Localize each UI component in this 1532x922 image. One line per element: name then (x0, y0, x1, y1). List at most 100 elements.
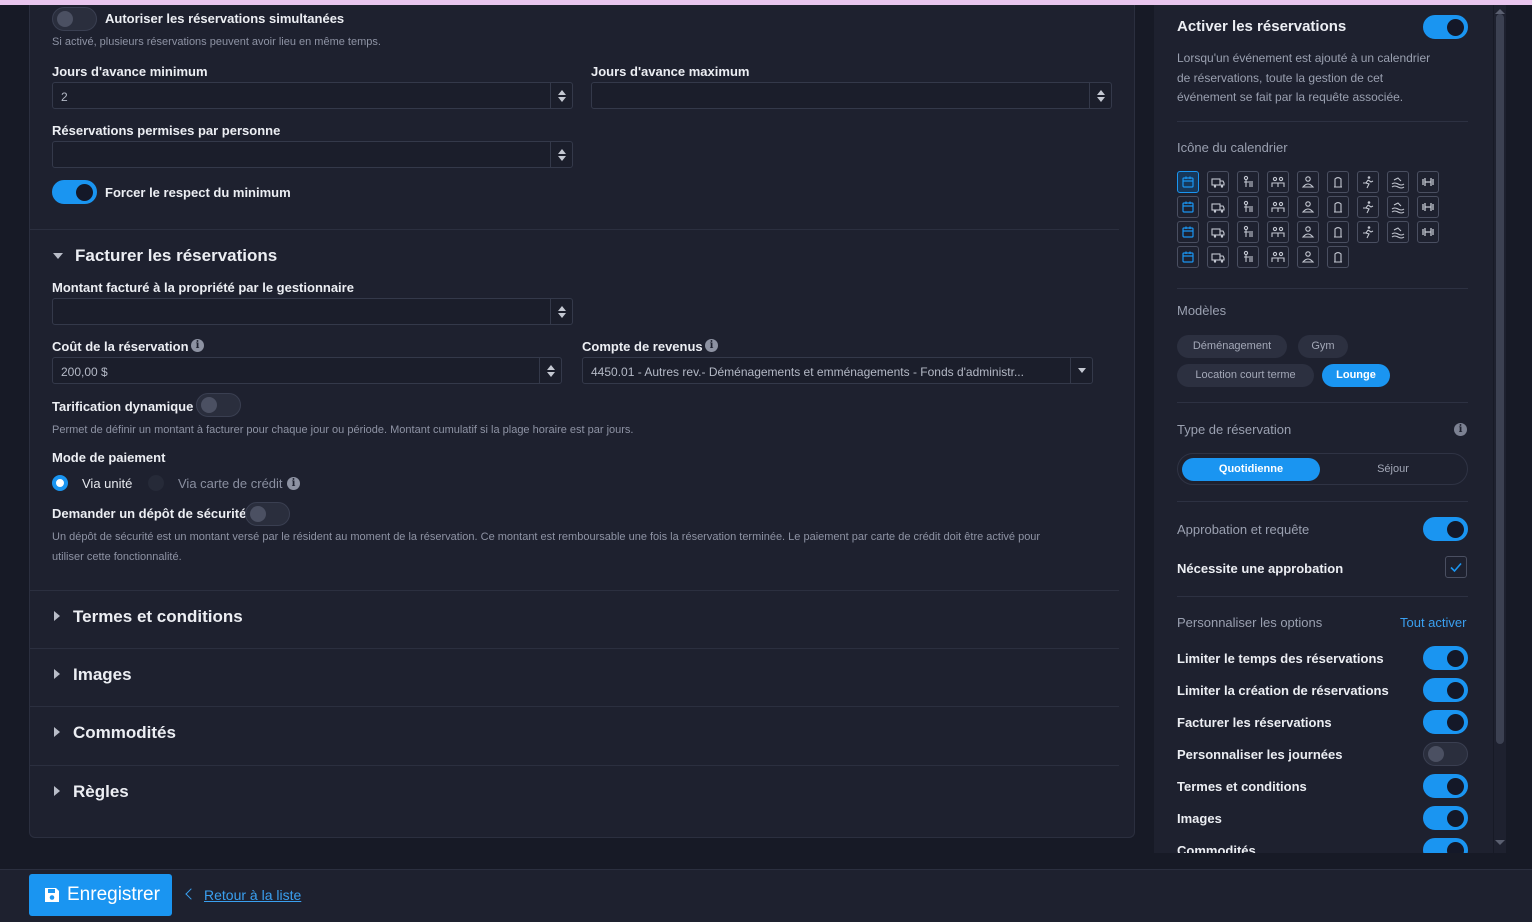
customize-option-toggle[interactable] (1423, 678, 1468, 702)
enable-all-link[interactable]: Tout activer (1400, 615, 1466, 630)
caret-down-icon[interactable] (53, 253, 63, 259)
calendar-icon-option[interactable] (1237, 196, 1259, 218)
approval-toggle[interactable] (1423, 517, 1468, 541)
radio-credit-card[interactable] (148, 475, 164, 491)
model-chip-moving[interactable]: Déménagement (1177, 335, 1287, 358)
caret-right-icon[interactable] (54, 727, 60, 737)
manager-amount-stepper[interactable] (550, 299, 572, 324)
segment-daily[interactable]: Quotidienne (1182, 458, 1320, 481)
calendar-icon-option[interactable] (1237, 221, 1259, 243)
calendar-icon-option[interactable] (1297, 171, 1319, 193)
radio-via-unit-label[interactable]: Via unité (82, 476, 132, 491)
per-person-input[interactable] (52, 141, 573, 168)
customize-option-toggle[interactable] (1423, 774, 1468, 798)
calendar-glyph-icon (1211, 228, 1225, 238)
radio-credit-card-label[interactable]: Via carte de crédit (178, 476, 283, 491)
billing-section-title[interactable]: Facturer les réservations (75, 246, 277, 266)
dynamic-pricing-toggle[interactable] (196, 393, 241, 417)
max-days-stepper[interactable] (1089, 83, 1111, 108)
calendar-icon-option[interactable] (1327, 196, 1349, 218)
customize-option-label: Personnaliser les journées (1177, 747, 1343, 762)
divider (30, 590, 1119, 591)
calendar-icon-option[interactable] (1417, 221, 1439, 243)
calendar-icon-option[interactable] (1207, 221, 1229, 243)
chevron-down-icon[interactable] (1070, 358, 1092, 383)
calendar-icon-option[interactable] (1177, 196, 1199, 218)
section-images[interactable]: Images (73, 665, 132, 685)
cost-stepper[interactable] (539, 358, 561, 383)
scroll-up-icon[interactable] (1495, 9, 1505, 14)
simultaneous-toggle[interactable] (52, 7, 97, 31)
scroll-down-icon[interactable] (1495, 840, 1505, 845)
calendar-glyph-icon (1243, 200, 1253, 212)
calendar-icon-option[interactable] (1177, 246, 1199, 268)
deposit-toggle[interactable] (245, 502, 290, 526)
customize-option-toggle[interactable] (1423, 710, 1468, 734)
calendar-icon-option[interactable] (1237, 171, 1259, 193)
info-icon[interactable]: i (191, 339, 204, 352)
dynamic-pricing-label: Tarification dynamique (52, 399, 194, 414)
customize-option-toggle[interactable] (1423, 742, 1468, 766)
section-rules[interactable]: Règles (73, 782, 129, 802)
calendar-icon-option[interactable] (1207, 246, 1229, 268)
calendar-icon-option[interactable] (1177, 221, 1199, 243)
model-chip-lounge[interactable]: Lounge (1322, 364, 1390, 387)
calendar-icon-option[interactable] (1387, 221, 1409, 243)
calendar-icon-option[interactable] (1177, 171, 1199, 193)
force-min-toggle[interactable] (52, 180, 97, 204)
max-days-input[interactable] (591, 82, 1112, 109)
min-days-stepper[interactable] (550, 83, 572, 108)
per-person-stepper[interactable] (550, 142, 572, 167)
calendar-glyph-icon (1243, 250, 1253, 262)
radio-via-unit[interactable] (52, 475, 68, 491)
calendar-icon-option[interactable] (1267, 171, 1289, 193)
customize-option-toggle[interactable] (1423, 646, 1468, 670)
customize-option-toggle[interactable] (1423, 806, 1468, 830)
calendar-icon-option[interactable] (1297, 246, 1319, 268)
activate-title: Activer les réservations (1177, 18, 1347, 35)
calendar-icon-option[interactable] (1327, 246, 1349, 268)
calendar-icon-option[interactable] (1357, 196, 1379, 218)
section-terms[interactable]: Termes et conditions (73, 607, 243, 627)
calendar-icon-option[interactable] (1387, 196, 1409, 218)
calendar-icon-option[interactable] (1297, 196, 1319, 218)
calendar-icon-option[interactable] (1297, 221, 1319, 243)
calendar-icon-option[interactable] (1387, 171, 1409, 193)
needs-approval-checkbox[interactable] (1445, 556, 1467, 578)
calendar-icon-option[interactable] (1267, 246, 1289, 268)
calendar-icon-option[interactable] (1417, 171, 1439, 193)
manager-amount-input[interactable] (52, 298, 573, 325)
section-amenities[interactable]: Commodités (73, 723, 176, 743)
model-chip-short-term[interactable]: Location court terme (1177, 364, 1314, 387)
segment-stay[interactable]: Séjour (1324, 458, 1462, 481)
calendar-icon-option[interactable] (1417, 196, 1439, 218)
calendar-icon-option[interactable] (1327, 221, 1349, 243)
calendar-icon-option[interactable] (1357, 221, 1379, 243)
calendar-glyph-icon (1182, 226, 1194, 238)
calendar-icon-option[interactable] (1267, 196, 1289, 218)
calendar-icon-option[interactable] (1327, 171, 1349, 193)
scrollbar-thumb[interactable] (1496, 14, 1504, 744)
calendar-icon-option[interactable] (1357, 171, 1379, 193)
customize-option-label: Commodités (1177, 843, 1256, 853)
info-icon[interactable]: i (287, 477, 300, 490)
back-to-list-link[interactable]: Retour à la liste (204, 887, 301, 903)
calendar-icon-option[interactable] (1207, 196, 1229, 218)
caret-right-icon[interactable] (54, 669, 60, 679)
info-icon[interactable]: i (1454, 423, 1467, 436)
save-button[interactable]: Enregistrer (29, 874, 172, 916)
revenue-account-select[interactable]: 4450.01 - Autres rev.- Déménagements et … (582, 357, 1093, 384)
calendar-icon-option[interactable] (1207, 171, 1229, 193)
customize-option-toggle[interactable] (1423, 838, 1468, 853)
calendar-glyph-icon (1301, 251, 1315, 263)
info-icon[interactable]: i (705, 339, 718, 352)
activate-toggle[interactable] (1423, 15, 1468, 39)
cost-input[interactable]: 200,00 $ (52, 357, 562, 384)
reservation-type-title: Type de réservation (1177, 422, 1292, 437)
caret-right-icon[interactable] (54, 611, 60, 621)
calendar-icon-option[interactable] (1237, 246, 1259, 268)
model-chip-gym[interactable]: Gym (1298, 335, 1348, 358)
min-days-input[interactable]: 2 (52, 82, 573, 109)
calendar-icon-option[interactable] (1267, 221, 1289, 243)
caret-right-icon[interactable] (54, 786, 60, 796)
